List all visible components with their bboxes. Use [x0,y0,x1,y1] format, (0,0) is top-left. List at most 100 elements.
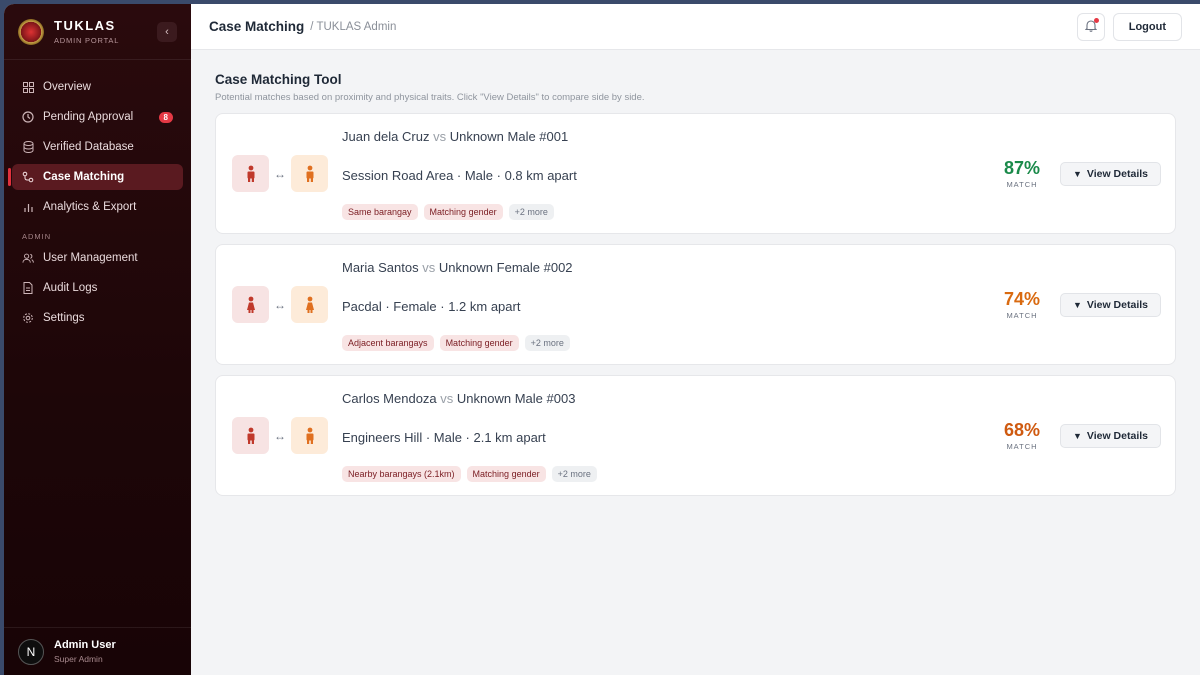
app-window: TUKLAS ADMIN PORTAL ‹ Overview Pending A… [4,4,1200,675]
more-tags[interactable]: +2 more [551,466,597,482]
match-avatars: ↔ [232,155,342,192]
sidebar-item-label: Case Matching [43,171,125,183]
sidebar-item-analytics-export[interactable]: Analytics & Export [12,194,183,220]
logout-button[interactable]: Logout [1112,12,1182,41]
match-score: 87% MATCH [992,158,1052,189]
more-tags[interactable]: +2 more [524,335,570,351]
match-detail: Session Road Area · Male · 0.8 km apart [342,168,577,183]
match-tag: Matching gender [466,466,546,482]
match-pair: Maria Santos vs Unknown Female #002 [342,260,573,275]
match-pair: Juan dela Cruz vs Unknown Male #001 [342,129,568,144]
view-details-label: View Details [1086,167,1148,180]
match-tags: Adjacent barangays Matching gender +2 mo… [342,335,576,351]
database-icon [22,141,34,153]
missing-name: Juan dela Cruz [342,129,430,144]
content: Case Matching Tool Potential matches bas… [191,50,1200,496]
sidebar-item-label: User Management [43,252,138,264]
missing-person-icon [232,417,269,454]
found-name: Unknown Male #001 [449,129,569,144]
match-percent: 68% [1003,420,1041,440]
sidebar-item-label: Settings [43,312,85,324]
swap-arrow-icon: ↔ [274,428,286,443]
collapse-sidebar-button[interactable]: ‹ [157,21,177,42]
vs-label: vs [422,260,436,275]
section-description: Potential matches based on proximity and… [215,92,645,103]
sidebar-item-label: Audit Logs [43,282,98,294]
user-role: Super Admin [54,654,103,664]
missing-person-icon [232,286,269,323]
page-title: Case Matching [209,19,305,34]
avatar: N [18,638,44,665]
clock-icon [22,111,34,123]
view-details-button[interactable]: ▼ View Details [1060,423,1161,448]
sidebar-item-pending-approval[interactable]: Pending Approval 8 [12,104,183,130]
file-icon [22,282,34,294]
pending-count-badge: 8 [158,111,173,123]
users-icon [22,252,34,264]
match-detail: Pacdal · Female · 1.2 km apart [342,299,521,314]
brand-name: TUKLAS [54,18,116,33]
match-card: ↔ Carlos Mendoza vs Unknown Male #003 En… [215,375,1176,496]
view-details-button[interactable]: ▼ View Details [1060,161,1161,186]
match-detail: Engineers Hill · Male · 2.1 km apart [342,430,546,445]
sidebar: TUKLAS ADMIN PORTAL ‹ Overview Pending A… [4,4,191,675]
found-person-icon [291,417,328,454]
swap-arrow-icon: ↔ [274,166,286,181]
admin-section-label: ADMIN [22,232,52,241]
found-person-icon [291,155,328,192]
match-label: MATCH [1006,442,1038,451]
match-percent: 87% [1003,158,1041,178]
sidebar-nav: Overview Pending Approval 8 Verified Dat… [4,60,191,331]
swap-arrow-icon: ↔ [274,297,286,312]
view-details-button[interactable]: ▼ View Details [1060,292,1161,317]
user-profile[interactable]: N Admin User Super Admin [4,627,191,675]
match-pair: Carlos Mendoza vs Unknown Male #003 [342,391,575,406]
notification-dot [1093,17,1099,23]
notifications-button[interactable] [1076,12,1105,41]
chart-icon [22,201,34,213]
missing-name: Maria Santos [342,260,419,275]
match-tag: Matching gender [439,335,519,351]
brand: TUKLAS ADMIN PORTAL ‹ [4,4,191,60]
gear-icon [22,312,34,324]
sidebar-item-audit-logs[interactable]: Audit Logs [12,275,183,301]
sidebar-item-label: Overview [43,81,91,93]
match-avatars: ↔ [232,417,342,454]
found-person-icon [291,286,328,323]
match-info: Maria Santos vs Unknown Female #002 Pacd… [342,245,992,364]
match-tag: Same barangay [342,204,418,220]
view-details-label: View Details [1086,429,1148,442]
more-tags[interactable]: +2 more [508,204,554,220]
user-name: Admin User [54,639,116,651]
sidebar-item-settings[interactable]: Settings [12,305,183,331]
match-score: 68% MATCH [992,420,1052,451]
section-title: Case Matching Tool [215,72,342,87]
vs-label: vs [433,129,447,144]
match-info: Carlos Mendoza vs Unknown Male #003 Engi… [342,376,992,495]
match-label: MATCH [1006,180,1038,189]
topbar: Case Matching / TUKLAS Admin Logout [191,4,1200,50]
match-tag: Matching gender [423,204,503,220]
missing-name: Carlos Mendoza [342,391,437,406]
triangle-down-icon: ▼ [1072,299,1082,310]
breadcrumb: / TUKLAS Admin [310,20,397,33]
sidebar-item-label: Pending Approval [43,111,134,123]
missing-person-icon [232,155,269,192]
match-tags: Same barangay Matching gender +2 more [342,204,560,220]
view-details-label: View Details [1086,298,1148,311]
grid-icon [22,81,34,93]
brand-logo [18,18,44,45]
match-tags: Nearby barangays (2.1km) Matching gender… [342,466,603,482]
match-card: ↔ Maria Santos vs Unknown Female #002 Pa… [215,244,1176,365]
main-area: Case Matching / TUKLAS Admin Logout Case… [191,4,1200,675]
sidebar-item-overview[interactable]: Overview [12,74,183,100]
sidebar-item-case-matching[interactable]: Case Matching [8,164,183,190]
match-card: ↔ Juan dela Cruz vs Unknown Male #001 Se… [215,113,1176,234]
triangle-down-icon: ▼ [1072,430,1082,441]
sidebar-item-label: Analytics & Export [43,201,137,213]
sidebar-item-user-management[interactable]: User Management [12,245,183,271]
sidebar-item-verified-database[interactable]: Verified Database [12,134,183,160]
match-tag: Adjacent barangays [342,335,434,351]
sidebar-item-label: Verified Database [43,141,134,153]
match-tag: Nearby barangays (2.1km) [342,466,461,482]
